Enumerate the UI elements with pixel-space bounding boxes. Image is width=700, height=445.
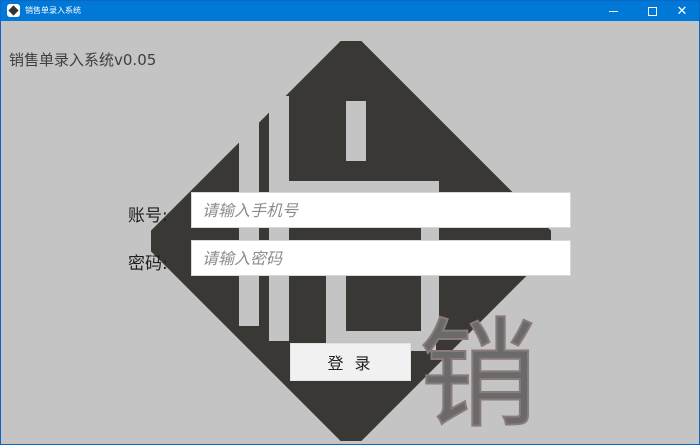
window-title: 销售单录入系统 xyxy=(25,6,81,15)
password-input[interactable] xyxy=(191,240,571,276)
close-icon: ✕ xyxy=(676,3,688,19)
account-label: 账号: xyxy=(128,206,168,226)
login-window: 销售单录入系统 ✕ 销 销售单录入系统v0.05 账号: 请输入手机号 密码: … xyxy=(0,0,700,445)
app-title: 销售单录入系统v0.05 xyxy=(9,51,157,69)
minimize-button[interactable] xyxy=(596,1,630,21)
logo-character: 销 xyxy=(419,306,537,441)
title-bar[interactable]: 销售单录入系统 ✕ xyxy=(1,1,699,21)
account-input[interactable] xyxy=(191,192,571,228)
minimize-icon xyxy=(608,10,618,12)
close-button[interactable]: ✕ xyxy=(665,1,699,21)
app-logo-icon xyxy=(7,4,20,17)
maximize-button[interactable] xyxy=(635,1,669,21)
password-label: 密码: xyxy=(128,254,168,274)
login-button[interactable]: 登 录 xyxy=(290,343,411,381)
maximize-icon xyxy=(647,6,657,16)
